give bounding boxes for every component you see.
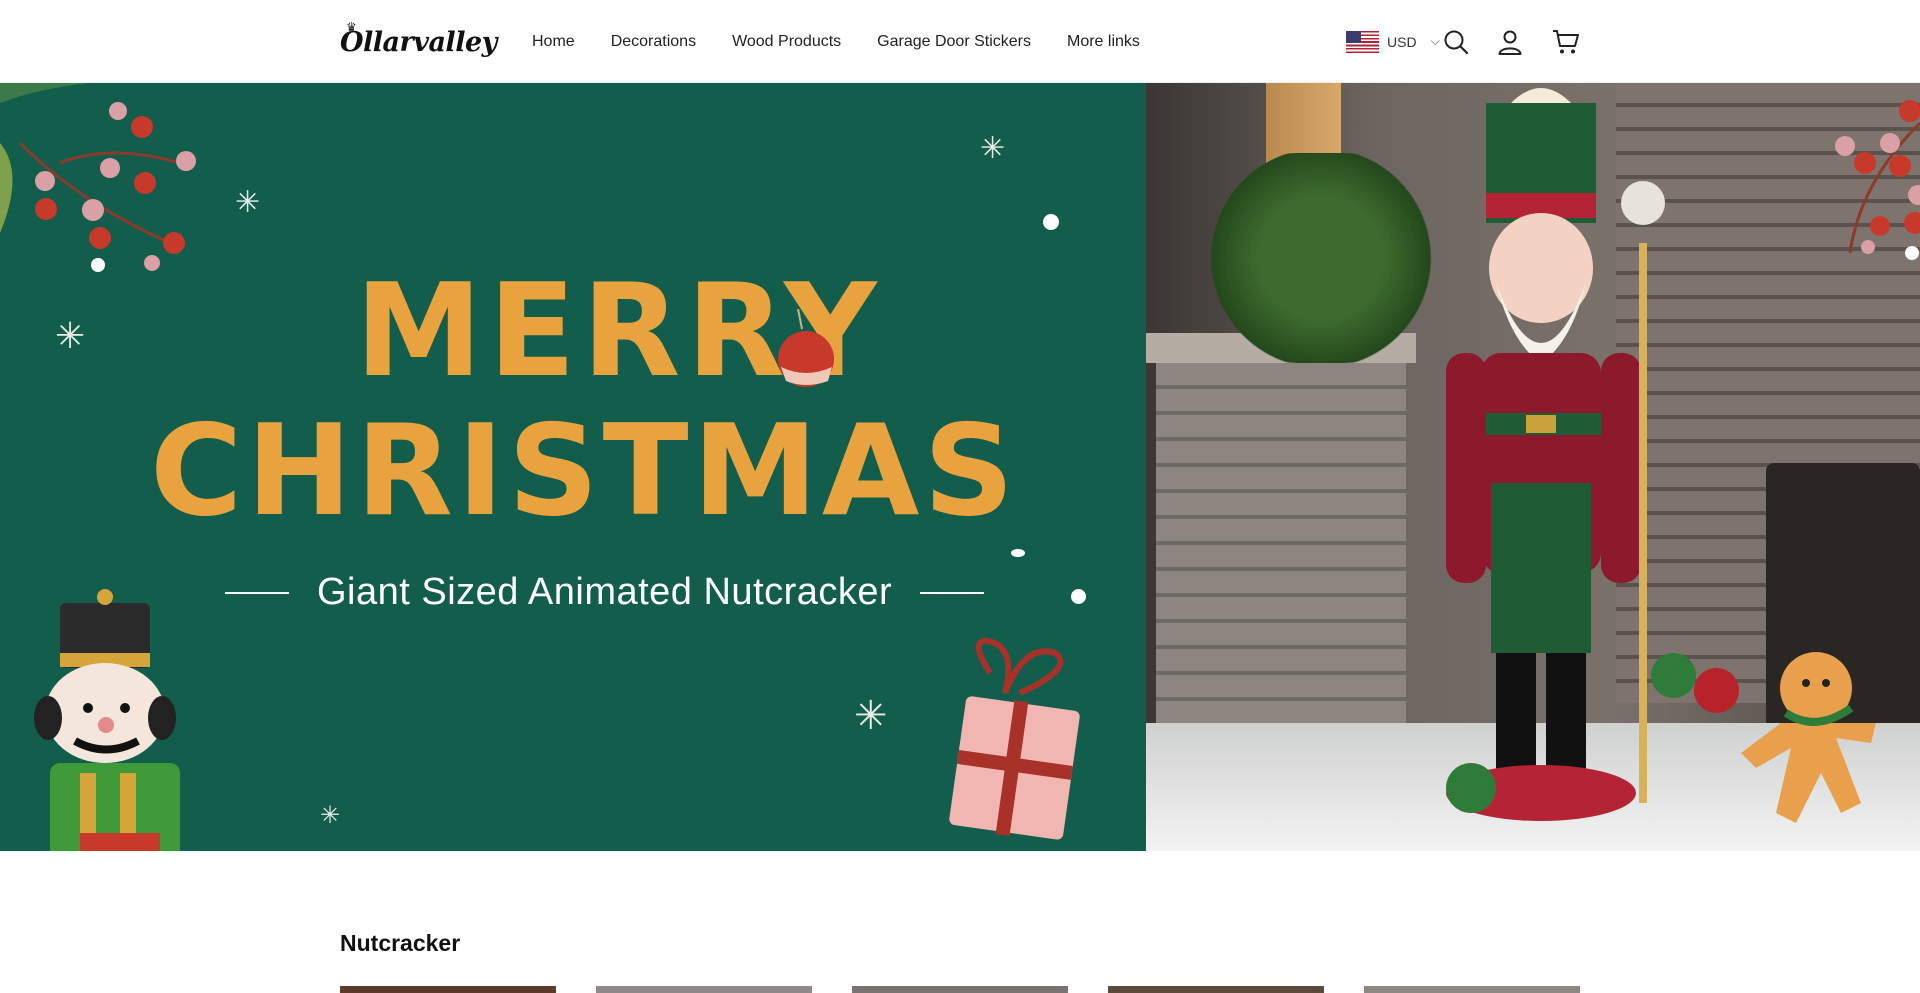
nav-more-links[interactable]: More links (1067, 33, 1140, 51)
dot-decoration (1043, 214, 1059, 230)
nav-decorations[interactable]: Decorations (611, 33, 696, 51)
sparkle-icon: ✳ (980, 132, 1006, 165)
cart-button[interactable] (1552, 28, 1580, 56)
logo-text: Ollarvalley (340, 26, 497, 58)
main-nav: Home Decorations Wood Products Garage Do… (532, 0, 1176, 83)
product-card[interactable] (596, 986, 812, 993)
crown-icon: ♛ (346, 20, 357, 34)
banner-green-panel: ✳ ✳ ✳ ✳ ✳ MERRY CHRISTMAS Giant Sized An… (0, 83, 1146, 851)
search-button[interactable] (1442, 28, 1470, 56)
dot-decoration (1071, 589, 1086, 604)
user-icon (1498, 30, 1522, 55)
berry-branch-illustration (1835, 100, 1920, 260)
berry-branch-illustration (0, 83, 196, 272)
us-flag-icon (1346, 30, 1379, 53)
gingerbread-illustration (1741, 652, 1876, 823)
sparkle-icon: ✳ (55, 315, 86, 356)
banner-headline-christmas: CHRISTMAS (150, 397, 1019, 544)
gift-illustration (949, 638, 1080, 840)
product-card[interactable] (852, 986, 1068, 993)
header-actions: USD ⌵ (1346, 0, 1580, 83)
product-card[interactable] (1108, 986, 1324, 993)
sparkle-icon: ✳ (235, 186, 261, 219)
product-card[interactable] (1364, 986, 1580, 993)
search-icon (1444, 30, 1468, 54)
cart-icon (1552, 29, 1579, 53)
nav-garage-door-stickers[interactable]: Garage Door Stickers (877, 33, 1031, 51)
nutcracker-statue (1446, 88, 1665, 821)
nav-home[interactable]: Home (532, 33, 575, 51)
currency-label: USD (1387, 33, 1417, 50)
site-header: ♛ Ollarvalley Home Decorations Wood Prod… (0, 0, 1920, 83)
banner-tagline-row: Giant Sized Animated Nutcracker (225, 571, 985, 614)
product-card[interactable] (340, 986, 556, 993)
dot-decoration (1011, 549, 1025, 557)
banner-photo-panel (1146, 83, 1920, 851)
account-button[interactable] (1496, 28, 1524, 56)
divider-line (920, 591, 985, 594)
banner-tagline: Giant Sized Animated Nutcracker (317, 571, 893, 613)
section-title: Nutcracker (340, 930, 461, 956)
ornament-ball (1651, 653, 1696, 698)
ornament-illustration (778, 309, 834, 387)
nutcracker-toy-illustration (34, 589, 180, 851)
sparkle-icon: ✳ (854, 694, 888, 738)
sparkle-icon: ✳ (320, 802, 341, 829)
currency-selector[interactable]: USD ⌵ (1346, 30, 1440, 53)
divider-line (225, 591, 289, 594)
ornament-ball (1446, 763, 1496, 813)
site-logo[interactable]: ♛ Ollarvalley (340, 20, 497, 64)
garland (1206, 153, 1436, 363)
nav-wood-products[interactable]: Wood Products (732, 33, 841, 51)
chevron-down-icon: ⌵ (1430, 34, 1440, 48)
hero-banner[interactable]: ✳ ✳ ✳ ✳ ✳ MERRY CHRISTMAS Giant Sized An… (0, 83, 1920, 851)
